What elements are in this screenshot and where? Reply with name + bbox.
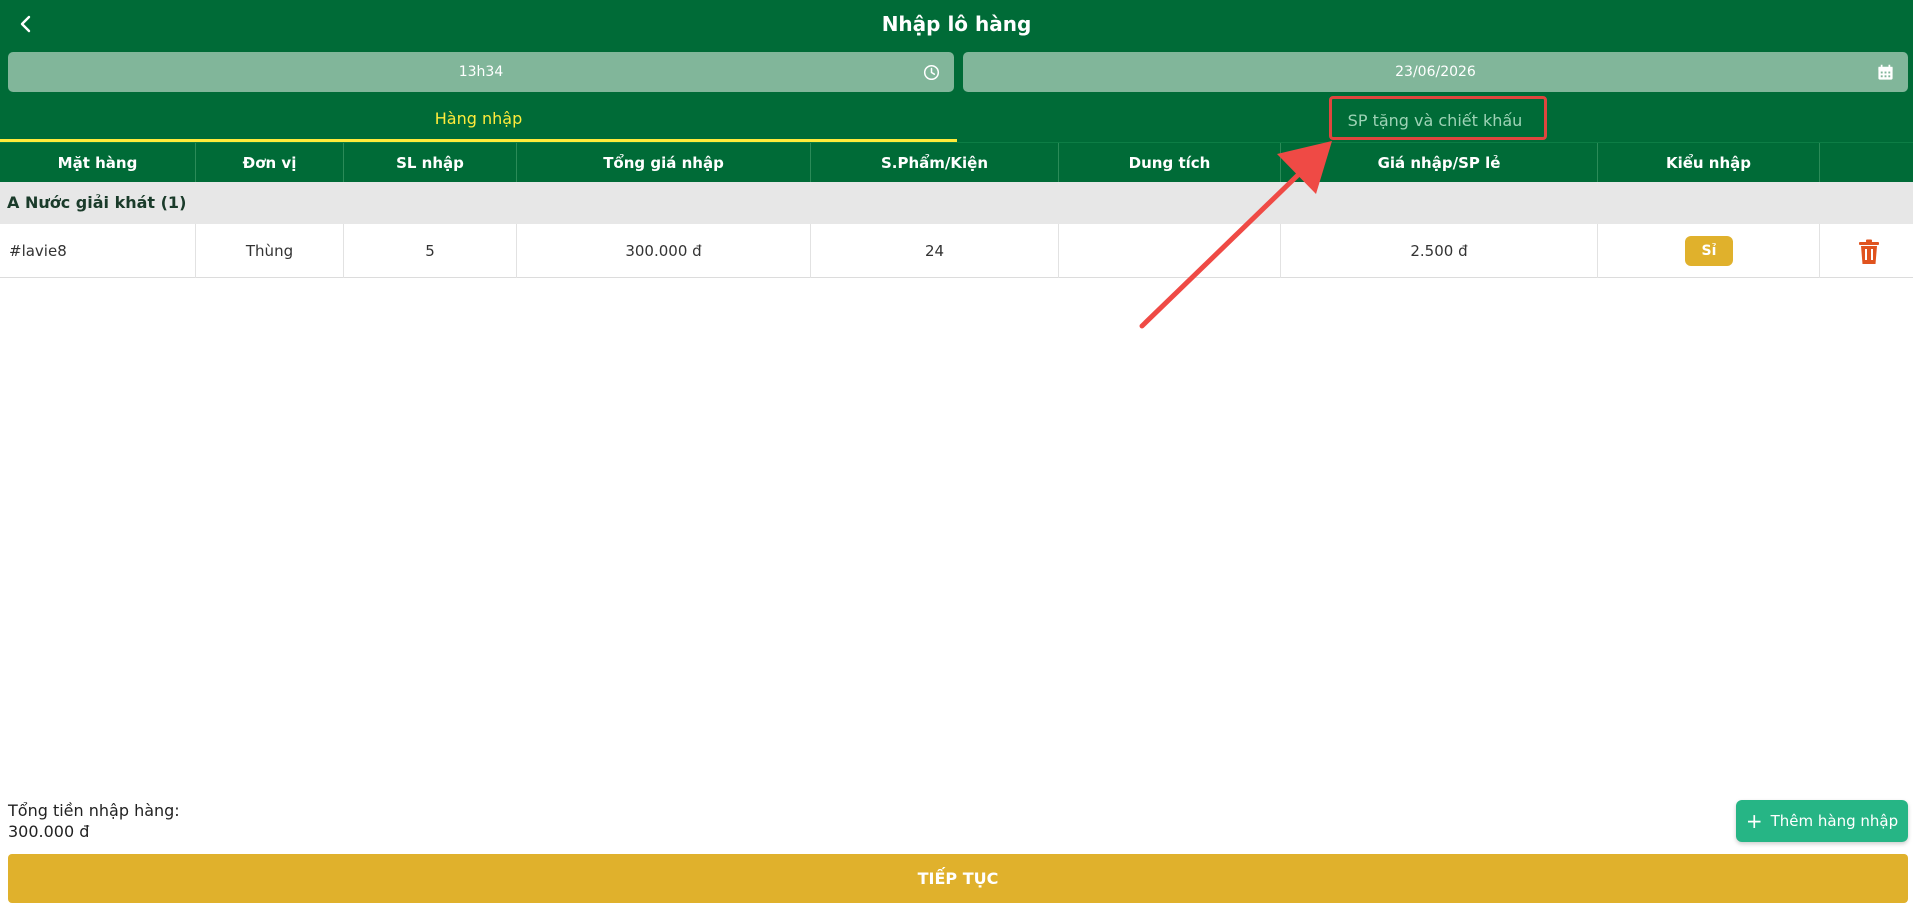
date-value: 23/06/2026 [1395,64,1476,80]
annotation-highlight-box [1329,96,1547,140]
clock-icon [923,64,940,81]
tab-imported-goods[interactable]: Hàng nhập [0,98,957,142]
import-type-badge[interactable]: Sỉ [1685,236,1733,266]
total-label: Tổng tiền nhập hàng: [8,801,180,820]
chevron-left-icon [20,15,31,33]
cell-item: #lavie8 [0,224,196,278]
plus-icon: + [1745,809,1763,833]
cell-unit: Thùng [196,224,344,278]
cell-total: 300.000 đ [517,224,811,278]
cell-qty: 5 [344,224,517,278]
column-header-item: Mặt hàng [0,143,196,183]
column-header-per-pack: S.Phẩm/Kiện [811,143,1059,183]
app-root: Nhập lô hàng 13h34 23/06/2026 Hàng nhập … [0,0,1913,909]
table-row[interactable]: #lavie8 Thùng 5 300.000 đ 24 2.500 đ Sỉ [0,224,1913,278]
cell-unit-price: 2.500 đ [1281,224,1598,278]
table-header: Mặt hàng Đơn vị SL nhập Tổng giá nhập S.… [0,142,1913,183]
header-bar: Nhập lô hàng 13h34 23/06/2026 Hàng nhập … [0,0,1913,142]
time-field[interactable]: 13h34 [8,52,954,92]
calendar-icon [1878,64,1893,80]
trash-icon[interactable] [1858,239,1880,265]
page-title: Nhập lô hàng [881,12,1032,36]
column-header-unit-price: Giá nhập/SP lẻ [1281,143,1598,183]
column-header-unit: Đơn vị [196,143,344,183]
add-import-label: Thêm hàng nhập [1770,812,1899,830]
back-button[interactable] [0,0,52,48]
column-header-type: Kiểu nhập [1598,143,1820,183]
add-import-button[interactable]: + Thêm hàng nhập [1736,800,1908,842]
continue-button[interactable]: TIẾP TỤC [8,854,1908,903]
column-header-volume: Dung tích [1059,143,1281,183]
column-header-total: Tổng giá nhập [517,143,811,183]
column-header-qty: SL nhập [344,143,517,183]
time-value: 13h34 [458,64,504,80]
total-value: 300.000 đ [8,822,90,841]
group-row: A Nước giải khát (1) [0,182,1913,224]
cell-per-pack: 24 [811,224,1059,278]
date-field[interactable]: 23/06/2026 [963,52,1908,92]
column-header-actions [1820,143,1913,183]
cell-volume [1059,224,1281,278]
